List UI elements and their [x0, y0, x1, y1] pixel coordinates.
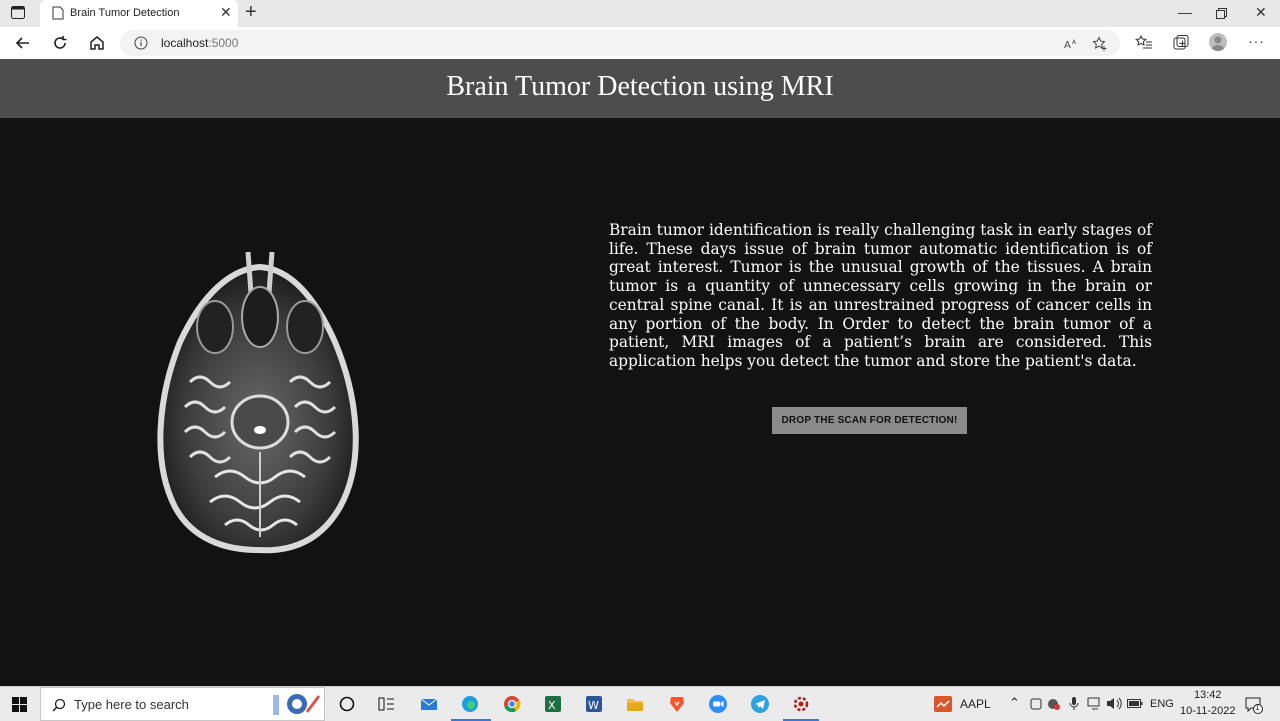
- url-text: localhost:5000: [161, 36, 238, 50]
- onedrive-icon[interactable]: [1030, 697, 1042, 711]
- search-placeholder: Type here to search: [74, 697, 189, 712]
- minimize-icon[interactable]: —: [1178, 4, 1192, 20]
- refresh-icon[interactable]: [50, 33, 70, 53]
- windows-start-icon[interactable]: [12, 697, 27, 712]
- excel-icon[interactable]: X: [543, 694, 563, 714]
- svg-text:W: W: [588, 699, 599, 712]
- mail-icon[interactable]: [419, 694, 439, 714]
- file-explorer-icon[interactable]: [625, 694, 645, 714]
- battery-icon[interactable]: [1127, 699, 1143, 708]
- restore-icon[interactable]: [1216, 8, 1227, 19]
- clock-date[interactable]: 10-11-2022: [1180, 705, 1235, 717]
- notification-count: 1: [1255, 703, 1260, 712]
- brave-icon[interactable]: [667, 694, 687, 714]
- description-text: Brain tumor identification is really cha…: [609, 221, 1152, 370]
- drop-scan-button[interactable]: DROP THE SCAN FOR DETECTION!: [772, 407, 967, 434]
- browser-tab-strip: Brain Tumor Detection ✕ + — ✕: [0, 0, 1280, 27]
- back-arrow-icon[interactable]: [13, 33, 33, 53]
- svg-text:A: A: [1072, 39, 1077, 46]
- volume-icon[interactable]: [1106, 697, 1122, 710]
- page-title: Brain Tumor Detection using MRI: [446, 71, 834, 102]
- chrome-icon[interactable]: [502, 694, 522, 714]
- svg-text:A: A: [1064, 40, 1071, 51]
- search-icon: [52, 698, 66, 712]
- profile-icon: [1211, 36, 1225, 51]
- tab-title: Brain Tumor Detection: [70, 7, 180, 19]
- profile-avatar[interactable]: [1209, 33, 1227, 51]
- brain-mri-image: [157, 251, 359, 554]
- settings-app-icon[interactable]: [791, 694, 811, 714]
- favorites-icon[interactable]: [1135, 34, 1153, 52]
- page-favicon-icon: [52, 6, 64, 20]
- web-page: Brain Tumor Detection using MRI Brain tu…: [0, 59, 1280, 686]
- stocks-icon[interactable]: [934, 696, 952, 712]
- close-window-icon[interactable]: ✕: [1255, 4, 1267, 21]
- notification-icon[interactable]: [1245, 696, 1263, 714]
- settings-more-icon[interactable]: ···: [1248, 33, 1265, 49]
- address-bar[interactable]: localhost:5000 AA: [120, 30, 1120, 56]
- taskbar-search-box[interactable]: Type here to search: [40, 687, 325, 721]
- browser-tab[interactable]: Brain Tumor Detection ✕: [40, 0, 238, 27]
- language-indicator[interactable]: ENG: [1150, 698, 1174, 710]
- page-header: Brain Tumor Detection using MRI: [0, 59, 1280, 118]
- tray-chevron-up-icon[interactable]: ⌃: [1009, 695, 1020, 711]
- cortana-icon[interactable]: [337, 694, 357, 714]
- security-icon[interactable]: [1047, 697, 1061, 711]
- search-highlight-icon[interactable]: [271, 690, 323, 719]
- home-icon[interactable]: [87, 33, 107, 53]
- url-host: localhost: [161, 36, 209, 50]
- word-icon[interactable]: W: [584, 694, 604, 714]
- stock-ticker[interactable]: AAPL: [960, 697, 991, 711]
- read-aloud-icon[interactable]: AA: [1063, 36, 1079, 52]
- network-icon[interactable]: [1087, 697, 1102, 710]
- new-tab-icon[interactable]: +: [245, 2, 257, 22]
- browser-toolbar: localhost:5000 AA ···: [0, 27, 1280, 60]
- close-tab-icon[interactable]: ✕: [220, 5, 232, 19]
- clock-time[interactable]: 13:42: [1194, 689, 1222, 701]
- add-favorite-icon[interactable]: [1092, 36, 1108, 52]
- collections-icon[interactable]: [1172, 34, 1190, 52]
- url-port: :5000: [208, 36, 239, 50]
- microphone-icon[interactable]: [1069, 696, 1079, 711]
- telegram-icon[interactable]: [750, 694, 770, 714]
- zoom-icon[interactable]: [708, 694, 728, 714]
- task-view-icon[interactable]: [376, 694, 396, 714]
- edge-icon[interactable]: [460, 694, 480, 714]
- svg-text:X: X: [548, 699, 556, 712]
- site-info-icon[interactable]: [134, 36, 148, 50]
- windows-taskbar: Type here to search X W AAPL ⌃ ENG 13:42…: [0, 686, 1280, 721]
- tab-actions-icon[interactable]: [11, 6, 25, 19]
